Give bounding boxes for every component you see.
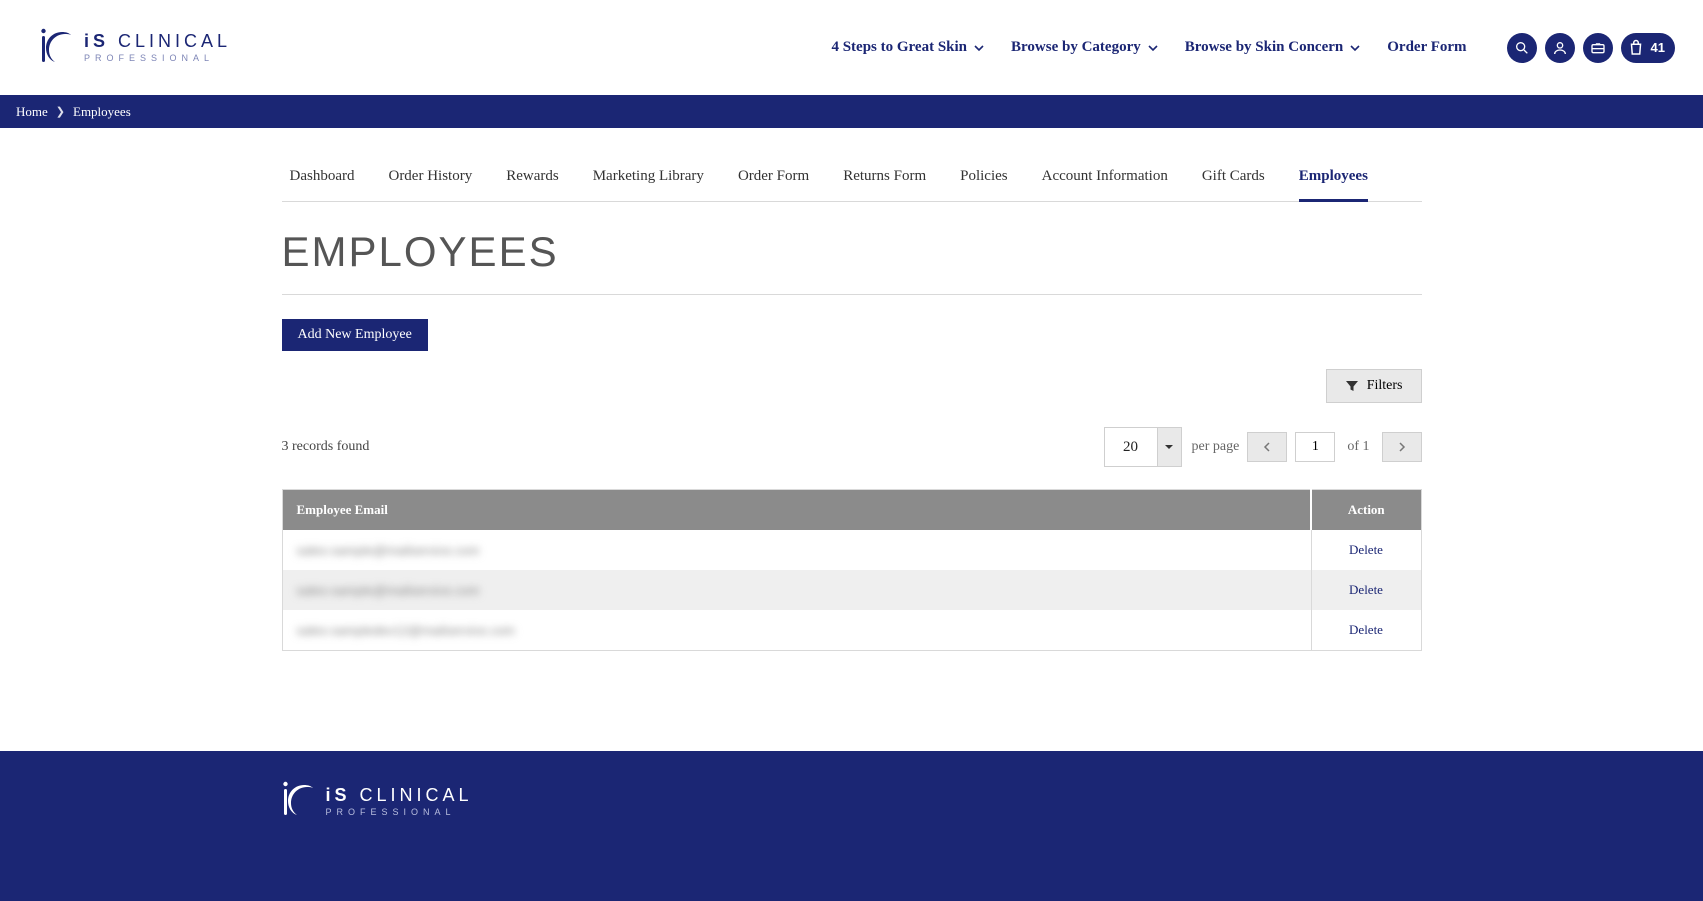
footer: iS CLINICAL PROFESSIONAL	[0, 751, 1703, 901]
tab-returns-form[interactable]: Returns Form	[843, 158, 926, 201]
brand-logo[interactable]: iS CLINICAL PROFESSIONAL	[40, 28, 231, 68]
breadcrumb: Home ❯ Employees	[0, 95, 1703, 128]
add-new-employee-button[interactable]: Add New Employee	[282, 319, 428, 351]
cart-button[interactable]: 41	[1621, 33, 1675, 63]
top-nav: 4 Steps to Great Skin Browse by Category…	[831, 33, 1675, 63]
filter-icon	[1345, 379, 1359, 393]
nav-order-form[interactable]: Order Form	[1387, 39, 1466, 56]
search-icon	[1514, 40, 1530, 56]
page-title: EMPLOYEES	[282, 228, 1422, 276]
pagination: 20 per page of 1	[1104, 427, 1422, 467]
tab-order-history[interactable]: Order History	[388, 158, 472, 201]
user-icon	[1552, 40, 1568, 56]
tab-policies[interactable]: Policies	[960, 158, 1008, 201]
col-employee-email: Employee Email	[282, 490, 1311, 531]
gift-card-icon	[1590, 40, 1606, 56]
delete-button[interactable]: Delete	[1311, 530, 1421, 570]
gift-card-button[interactable]	[1583, 33, 1613, 63]
chevron-left-icon	[1262, 442, 1272, 452]
table-row: sales-sample@mailservice.com Delete	[282, 530, 1421, 570]
caret-down-icon[interactable]	[1157, 428, 1181, 466]
breadcrumb-home[interactable]: Home	[16, 104, 48, 120]
nav-4-steps[interactable]: 4 Steps to Great Skin	[831, 39, 985, 56]
records-found: 3 records found	[282, 439, 370, 455]
chevron-right-icon	[1397, 442, 1407, 452]
filters-button[interactable]: Filters	[1326, 369, 1422, 403]
breadcrumb-employees[interactable]: Employees	[73, 104, 131, 120]
employee-email: sales-sample@mailservice.com	[297, 583, 480, 598]
logo-mark-icon	[282, 781, 316, 821]
tab-marketing-library[interactable]: Marketing Library	[593, 158, 704, 201]
tab-gift-cards[interactable]: Gift Cards	[1202, 158, 1265, 201]
chevron-right-icon: ❯	[56, 105, 65, 118]
table-row: sales-sampledev12@mailservice.com Delete	[282, 610, 1421, 651]
page-input[interactable]	[1295, 432, 1335, 462]
account-button[interactable]	[1545, 33, 1575, 63]
chevron-down-icon	[1147, 42, 1159, 54]
search-button[interactable]	[1507, 33, 1537, 63]
table-row: sales-sample@mailservice.com Delete	[282, 570, 1421, 610]
chevron-down-icon	[973, 42, 985, 54]
brand-name: iS CLINICAL	[326, 786, 473, 804]
nav-browse-skin-concern[interactable]: Browse by Skin Concern	[1185, 39, 1362, 56]
footer-logo[interactable]: iS CLINICAL PROFESSIONAL	[282, 781, 1422, 821]
nav-browse-category[interactable]: Browse by Category	[1011, 39, 1159, 56]
tab-order-form[interactable]: Order Form	[738, 158, 809, 201]
tab-account-information[interactable]: Account Information	[1042, 158, 1168, 201]
tab-dashboard[interactable]: Dashboard	[290, 158, 355, 201]
employee-email: sales-sample@mailservice.com	[297, 543, 480, 558]
cart-count: 41	[1651, 40, 1665, 55]
brand-subline: PROFESSIONAL	[326, 808, 473, 817]
employees-table: Employee Email Action sales-sample@mails…	[282, 489, 1422, 651]
tab-employees[interactable]: Employees	[1299, 158, 1368, 202]
main-content: Dashboard Order History Rewards Marketin…	[282, 128, 1422, 711]
tab-rewards[interactable]: Rewards	[506, 158, 559, 201]
delete-button[interactable]: Delete	[1311, 570, 1421, 610]
divider	[282, 294, 1422, 295]
shopping-bag-icon	[1627, 39, 1645, 57]
next-page-button[interactable]	[1382, 432, 1422, 462]
brand-name: iS CLINICAL	[84, 32, 231, 50]
per-page-select[interactable]: 20	[1104, 427, 1182, 467]
employee-email: sales-sampledev12@mailservice.com	[297, 623, 515, 638]
header: iS CLINICAL PROFESSIONAL 4 Steps to Grea…	[0, 0, 1703, 95]
delete-button[interactable]: Delete	[1311, 610, 1421, 651]
page-of: of 1	[1347, 439, 1369, 455]
logo-mark-icon	[40, 28, 74, 68]
chevron-down-icon	[1349, 42, 1361, 54]
per-page-value: 20	[1105, 428, 1157, 466]
account-tabs: Dashboard Order History Rewards Marketin…	[282, 158, 1422, 202]
per-page-label: per page	[1192, 439, 1240, 455]
prev-page-button[interactable]	[1247, 432, 1287, 462]
col-action: Action	[1311, 490, 1421, 531]
brand-subline: PROFESSIONAL	[84, 54, 231, 63]
